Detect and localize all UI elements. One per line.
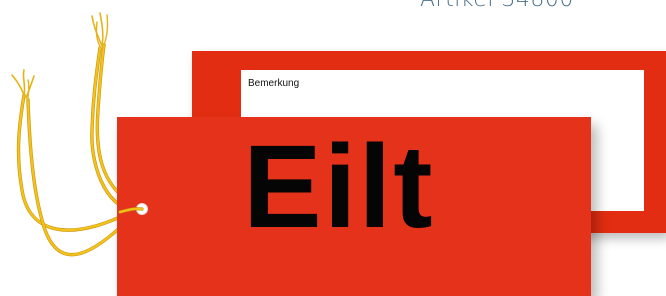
front-tag: Eilt xyxy=(117,117,591,296)
punch-hole-icon xyxy=(136,203,148,215)
article-number-label: Artikel 34800 xyxy=(420,0,574,12)
tag-main-word: Eilt xyxy=(243,121,435,253)
remark-label: Bemerkung xyxy=(248,78,300,89)
